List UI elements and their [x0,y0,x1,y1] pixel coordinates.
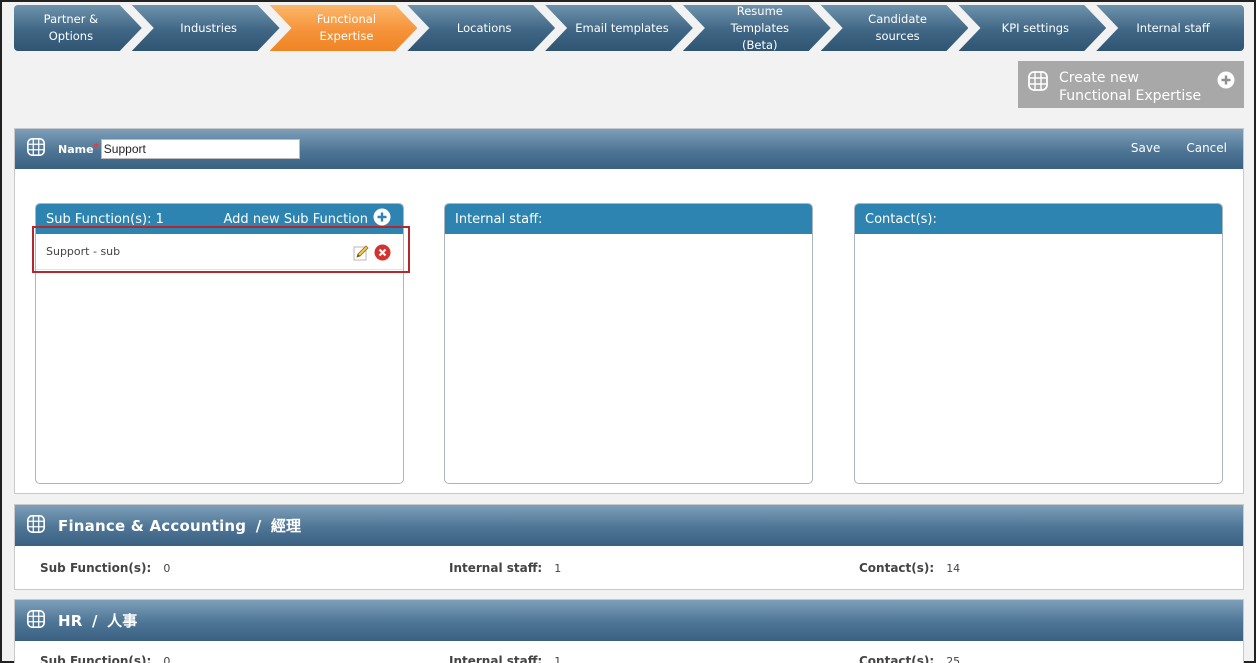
cancel-button[interactable]: Cancel [1186,141,1227,155]
step-label-line1: Functional [316,12,377,26]
sub-functions-title: Sub Function(s): 1 [46,211,164,227]
step-internal-staff[interactable]: Internal staff [1096,5,1245,51]
internal-staff-box: Internal staff: [444,203,813,484]
step-label-line1: Resume Templates [730,3,790,35]
step-industries[interactable]: Industries [132,5,280,51]
plus-circle-icon [1217,71,1235,94]
grid-icon [26,137,46,161]
expertise-stats: Sub Function(s): 0 Internal staff: 1 Conta… [15,641,1243,663]
create-functional-expertise-button[interactable]: Create new Functional Expertise [1018,61,1244,108]
contacts-header: Contact(s): [855,204,1222,234]
stat-sub-functions: Sub Function(s): 0 [40,654,171,663]
expertise-title: Finance & Accounting / 經理 [58,517,302,535]
pencil-icon[interactable] [353,244,370,264]
contacts-box: Contact(s): [854,203,1223,484]
stat-internal-staff: Internal staff: 1 [449,654,562,663]
wizard-steps: Partner & Options Industries Functional E… [14,5,1245,51]
create-button-line2: Functional Expertise [1059,88,1202,104]
create-button-line1: Create new [1059,70,1139,86]
step-kpi-settings[interactable]: KPI settings [958,5,1106,51]
step-label-line2: Expertise [319,29,374,43]
expertise-title: HR / 人事 [58,612,138,630]
step-functional-expertise[interactable]: Functional Expertise [270,5,418,51]
step-resume-templates[interactable]: Resume Templates (Beta) [683,5,831,51]
stat-sub-functions: Sub Function(s): 0 [40,561,171,575]
sub-function-name: Support - sub [46,245,121,258]
expertise-item-finance[interactable]: Finance & Accounting / 經理 Sub Function(s… [14,504,1244,590]
required-mark: * [93,141,99,153]
name-input[interactable] [100,139,300,159]
expertise-stats: Sub Function(s): 0 Internal staff: 1 Conta… [15,546,1243,590]
grid-icon [26,609,46,633]
delete-circle-icon[interactable] [374,244,391,264]
step-email-templates[interactable]: Email templates [545,5,693,51]
expertise-item-header[interactable]: Finance & Accounting / 經理 [15,505,1243,546]
edit-expertise-panel: Name* Save Cancel Sub Function(s): 1 Add… [14,128,1244,494]
edit-actions: Save Cancel [1131,141,1227,155]
grid-icon [1027,70,1049,97]
row-actions [353,244,391,264]
grid-icon [26,514,46,538]
contacts-title: Contact(s): [865,211,937,227]
stat-contacts: Contact(s): 25 [859,654,961,663]
list-item: Support - sub [36,234,403,270]
step-label-line2: (Beta) [742,37,778,52]
plus-circle-icon [373,208,391,230]
edit-panel-header: Name* Save Cancel [15,129,1243,169]
internal-staff-header: Internal staff: [445,204,812,234]
stat-internal-staff: Internal staff: 1 [449,561,562,575]
expertise-item-header[interactable]: HR / 人事 [15,600,1243,641]
save-button[interactable]: Save [1131,141,1160,155]
step-locations[interactable]: Locations [407,5,555,51]
step-partner-options[interactable]: Partner & Options [14,5,142,51]
add-sub-function-button[interactable]: Add new Sub Function [224,208,391,230]
internal-staff-title: Internal staff: [455,211,543,227]
step-candidate-sources[interactable]: Candidate sources [821,5,969,51]
sub-functions-box: Sub Function(s): 1 Add new Sub Function … [35,203,404,484]
name-label: Name* [58,141,99,156]
expertise-item-hr[interactable]: HR / 人事 Sub Function(s): 0 Internal staff… [14,599,1244,663]
add-sub-function-label: Add new Sub Function [223,211,368,227]
stat-contacts: Contact(s): 14 [859,561,961,575]
sub-functions-header: Sub Function(s): 1 Add new Sub Function [36,204,403,234]
